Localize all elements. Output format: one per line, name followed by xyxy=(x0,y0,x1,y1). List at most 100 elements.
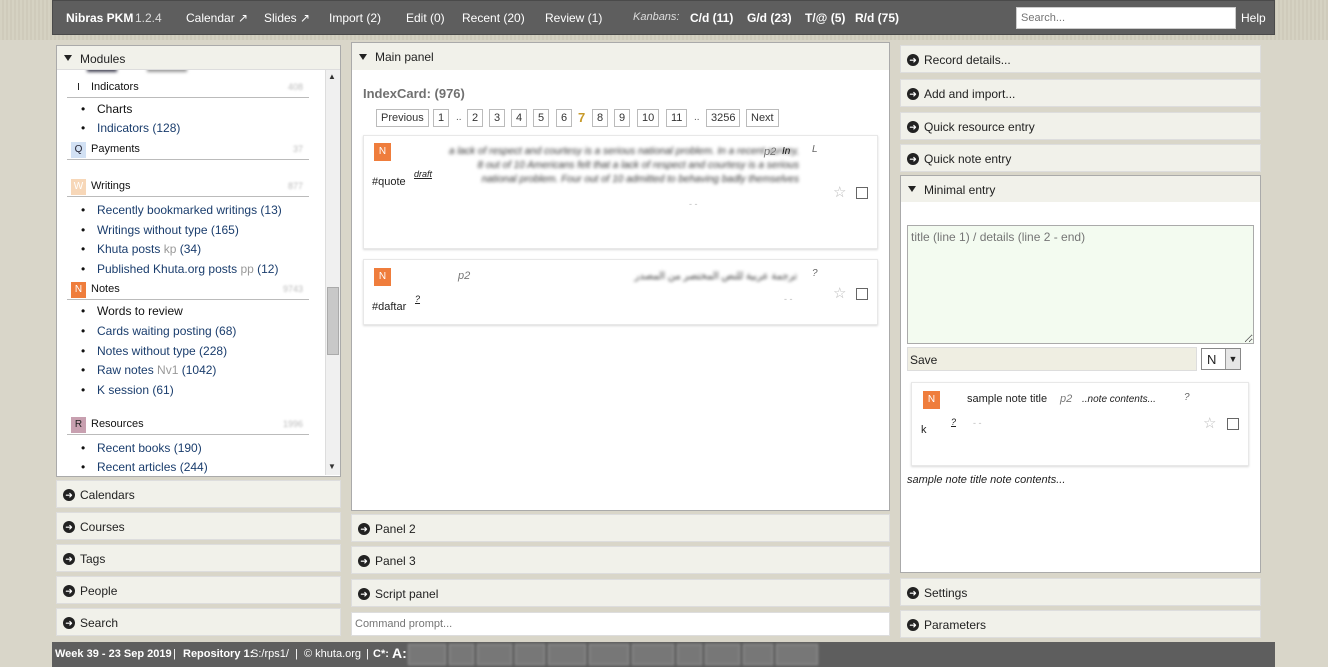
panel-tags[interactable]: ➜ Tags xyxy=(56,544,341,572)
pager-page-6[interactable]: 6 xyxy=(556,109,573,127)
panel-search[interactable]: ➜ Search xyxy=(56,608,341,636)
panel-calendars[interactable]: ➜ Calendars xyxy=(56,480,341,508)
pager-page-5[interactable]: 5 xyxy=(533,109,550,127)
nav-recent[interactable]: Recent (20) xyxy=(462,11,525,25)
pager-page-3[interactable]: 3 xyxy=(489,109,506,127)
scrollbar-thumb[interactable] xyxy=(327,287,339,355)
item-raw-notes[interactable]: Raw notes Nv1 (1042) xyxy=(81,363,216,377)
footer-blurred-button[interactable] xyxy=(449,644,474,665)
panel-quick-resource[interactable]: ➜ Quick resource entry xyxy=(900,112,1261,140)
sample-tag[interactable]: k xyxy=(921,424,927,436)
card-question[interactable]: ? xyxy=(415,294,420,304)
status-bar: Week 39 - 23 Sep 2019 | Repository 1: S:… xyxy=(52,642,1275,667)
nav-calendar[interactable]: Calendar ↗ xyxy=(186,11,248,25)
nav-slides[interactable]: Slides ↗ xyxy=(264,11,310,25)
pager-page-2[interactable]: 2 xyxy=(467,109,484,127)
panel-settings[interactable]: ➜ Settings xyxy=(900,578,1261,606)
item-writings-without-type[interactable]: Writings without type (165) xyxy=(81,223,239,237)
sample-checkbox[interactable] xyxy=(1227,418,1239,430)
pager-page-1[interactable]: 1 xyxy=(433,109,450,127)
panel-3[interactable]: ➜ Panel 3 xyxy=(351,546,890,574)
kanban-cd[interactable]: C/d (11) xyxy=(690,11,733,25)
footer-blurred-button[interactable] xyxy=(705,644,740,665)
card-status[interactable]: draft xyxy=(414,169,432,179)
item-charts[interactable]: Charts xyxy=(81,102,133,116)
item-recent-articles[interactable]: Recent articles (244) xyxy=(81,460,208,474)
card-checkbox[interactable] xyxy=(856,288,868,300)
pager-page-last[interactable]: 3256 xyxy=(706,109,741,127)
star-icon[interactable]: ☆ xyxy=(1203,414,1216,432)
scroll-up-arrow-icon[interactable]: ▲ xyxy=(328,72,336,81)
minimal-entry-textarea[interactable] xyxy=(907,225,1254,344)
panel-record-details[interactable]: ➜ Record details... xyxy=(900,45,1261,73)
card-tag[interactable]: #quote xyxy=(372,176,406,188)
card-tag[interactable]: #daftar xyxy=(372,301,406,313)
modules-header[interactable]: Modules xyxy=(57,46,340,70)
footer-repo-path[interactable]: S:/rps1/ xyxy=(251,648,289,660)
nav-import[interactable]: Import (2) xyxy=(329,11,381,25)
search-input[interactable] xyxy=(1016,7,1236,29)
help-link[interactable]: Help xyxy=(1241,11,1266,25)
panel-add-import[interactable]: ➜ Add and import... xyxy=(900,79,1261,107)
section-indicators[interactable]: I Indicators 408 xyxy=(67,79,309,98)
modules-scrollbar[interactable]: ▲ ▼ xyxy=(325,70,340,475)
item-cards-waiting[interactable]: Cards waiting posting (68) xyxy=(81,324,236,338)
panel-script[interactable]: ➜ Script panel xyxy=(351,579,890,607)
item-khuta-posts[interactable]: Khuta posts kp (34) xyxy=(81,242,201,256)
kanban-gd[interactable]: G/d (23) xyxy=(747,11,792,25)
nav-review[interactable]: Review (1) xyxy=(545,11,602,25)
save-button[interactable]: Save xyxy=(907,347,1197,371)
section-notes[interactable]: N Notes 9743 xyxy=(67,281,309,300)
indexcard-2[interactable]: N #daftar ? ترجمة عربية للنص المختصر من … xyxy=(363,259,878,325)
quick-resource-label: Quick resource entry xyxy=(924,120,1035,134)
sample-note-card[interactable]: N sample note title p2 ..note contents..… xyxy=(911,382,1249,466)
section-resources[interactable]: R Resources 1996 xyxy=(67,416,309,435)
chevron-down-icon[interactable]: ▼ xyxy=(1225,349,1240,369)
footer-blurred-button[interactable] xyxy=(589,644,629,665)
item-notes-without-type[interactable]: Notes without type (228) xyxy=(81,344,227,358)
item-published-khuta[interactable]: Published Khuta.org posts pp (12) xyxy=(81,262,279,276)
minimal-entry-header[interactable]: Minimal entry xyxy=(901,176,1260,202)
panel-2[interactable]: ➜ Panel 2 xyxy=(351,514,890,542)
item-k-session[interactable]: K session (61) xyxy=(81,383,174,397)
item-recent-books[interactable]: Recent books (190) xyxy=(81,441,202,455)
footer-copyright[interactable]: © khuta.org xyxy=(304,648,361,660)
main-panel-header[interactable]: Main panel xyxy=(352,43,889,70)
sample-question[interactable]: ? xyxy=(951,417,956,427)
star-icon[interactable]: ☆ xyxy=(833,183,846,201)
kanban-t[interactable]: T/@ (5) xyxy=(805,11,845,25)
pager-page-8[interactable]: 8 xyxy=(592,109,609,127)
panel-courses[interactable]: ➜ Courses xyxy=(56,512,341,540)
section-payments[interactable]: Q Payments 37 xyxy=(67,141,309,160)
panel-people[interactable]: ➜ People xyxy=(56,576,341,604)
card-checkbox[interactable] xyxy=(856,187,868,199)
app-brand[interactable]: Nibras PKM xyxy=(66,11,133,25)
pager-next[interactable]: Next xyxy=(746,109,779,127)
item-words-to-review[interactable]: Words to review xyxy=(81,304,183,318)
panel-parameters[interactable]: ➜ Parameters xyxy=(900,610,1261,638)
command-prompt-input[interactable] xyxy=(351,612,890,636)
scroll-down-arrow-icon[interactable]: ▼ xyxy=(328,462,336,471)
section-writings[interactable]: W Writings 877 xyxy=(67,178,309,197)
panel-quick-note[interactable]: ➜ Quick note entry xyxy=(900,144,1261,172)
footer-blurred-button[interactable] xyxy=(743,644,773,665)
pager-previous[interactable]: Previous xyxy=(376,109,429,127)
pager-page-9[interactable]: 9 xyxy=(614,109,631,127)
pager-page-4[interactable]: 4 xyxy=(511,109,528,127)
footer-blurred-button[interactable] xyxy=(515,644,545,665)
item-recently-bookmarked[interactable]: Recently bookmarked writings (13) xyxy=(81,203,282,217)
type-select[interactable]: N ▼ xyxy=(1201,348,1241,370)
footer-blurred-button[interactable] xyxy=(477,644,512,665)
footer-blurred-button[interactable] xyxy=(408,644,446,665)
nav-edit[interactable]: Edit (0) xyxy=(406,11,445,25)
footer-blurred-button[interactable] xyxy=(548,644,586,665)
star-icon[interactable]: ☆ xyxy=(833,284,846,302)
footer-blurred-button[interactable] xyxy=(632,644,674,665)
footer-blurred-button[interactable] xyxy=(677,644,702,665)
footer-blurred-button[interactable] xyxy=(776,644,818,665)
pager-page-10[interactable]: 10 xyxy=(637,109,660,127)
indexcard-1[interactable]: N #quote draft a lack of respect and cou… xyxy=(363,135,878,249)
pager-page-11[interactable]: 11 xyxy=(666,109,688,127)
item-indicators[interactable]: Indicators (128) xyxy=(81,121,180,135)
kanban-rd[interactable]: R/d (75) xyxy=(855,11,899,25)
